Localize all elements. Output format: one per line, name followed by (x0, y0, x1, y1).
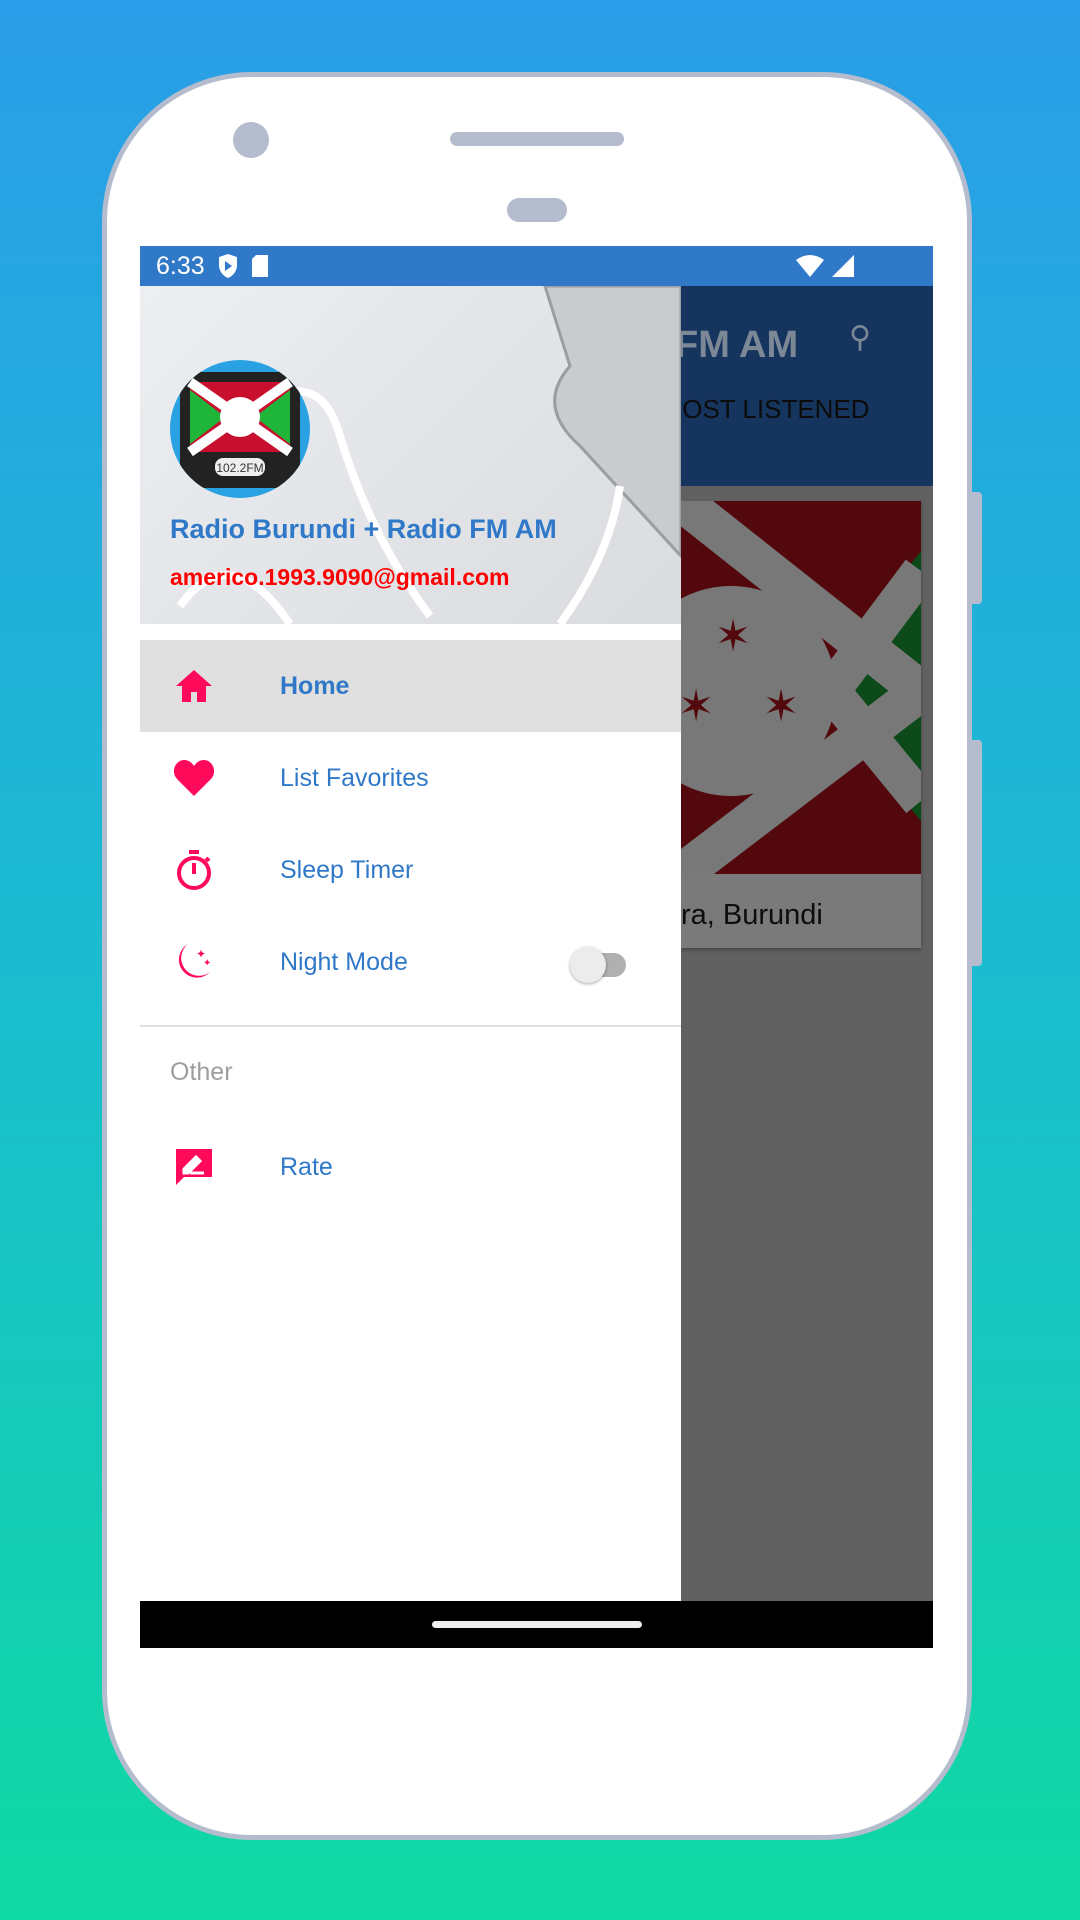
navigation-drawer: 102.2FM Radio Burundi + Radio FM AM amer… (140, 286, 681, 1601)
drawer-app-name: Radio Burundi + Radio FM AM (170, 514, 557, 544)
drawer-item-list-favorites[interactable]: List Favorites (140, 732, 681, 824)
station-card: ✶ ✶ ✶ ra, Burundi (681, 501, 921, 948)
screen: 6:33 FM AM ⚲ IOST LISTENED ✶ ✶ ✶ ra, Bur… (140, 246, 933, 1648)
power-button (970, 740, 982, 966)
drawer-item-home[interactable]: Home (140, 640, 681, 732)
burundi-flag-image: ✶ ✶ ✶ (681, 501, 921, 874)
drawer-item-label: Sleep Timer (280, 855, 414, 884)
section-header-other: Other (170, 1058, 233, 1086)
drawer-item-night-mode[interactable]: ✦ ✦ Night Mode (140, 916, 681, 1008)
app-title: FM AM (675, 324, 799, 366)
station-location: ra, Burundi (681, 899, 823, 931)
drawer-item-label: Home (280, 671, 350, 700)
status-bar: 6:33 (140, 246, 933, 286)
logo-frequency: 102.2FM (216, 461, 263, 475)
drawer-email: americo.1993.9090@gmail.com (170, 564, 510, 590)
drawer-header: 102.2FM Radio Burundi + Radio FM AM amer… (140, 286, 681, 624)
timer-icon (170, 846, 218, 894)
moon-icon: ✦ ✦ (170, 938, 218, 986)
tab-most-listened: IOST LISTENED (675, 394, 870, 424)
system-nav-bar (140, 1601, 933, 1648)
play-shield-icon (218, 254, 237, 278)
sensor (507, 198, 567, 222)
front-camera (233, 122, 269, 158)
background-app-bar: FM AM ⚲ IOST LISTENED (675, 286, 933, 486)
volume-button (970, 492, 982, 604)
drawer-item-label: List Favorites (280, 763, 429, 792)
sd-card-icon (251, 255, 268, 277)
drawer-item-sleep-timer[interactable]: Sleep Timer (140, 824, 681, 916)
app-logo: 102.2FM (170, 360, 310, 498)
speaker-grille (450, 132, 624, 146)
home-icon (170, 662, 218, 710)
drawer-item-label: Night Mode (280, 947, 408, 976)
svg-text:✶: ✶ (763, 682, 800, 731)
svg-text:✶: ✶ (715, 612, 752, 661)
search-icon: ⚲ (849, 321, 871, 354)
svg-text:✦: ✦ (203, 958, 211, 969)
svg-text:✶: ✶ (681, 682, 714, 731)
rate-icon (170, 1143, 218, 1191)
night-mode-toggle[interactable] (570, 947, 630, 983)
status-time: 6:33 (156, 251, 205, 280)
drawer-item-rate[interactable]: Rate (140, 1121, 681, 1213)
drawer-divider (140, 1025, 681, 1027)
drawer-item-label: Rate (280, 1152, 333, 1181)
toggle-thumb (570, 947, 606, 983)
heart-icon (170, 754, 218, 802)
home-gesture-handle[interactable] (432, 1621, 642, 1628)
wifi-icon (796, 255, 824, 277)
signal-icon (832, 255, 854, 277)
